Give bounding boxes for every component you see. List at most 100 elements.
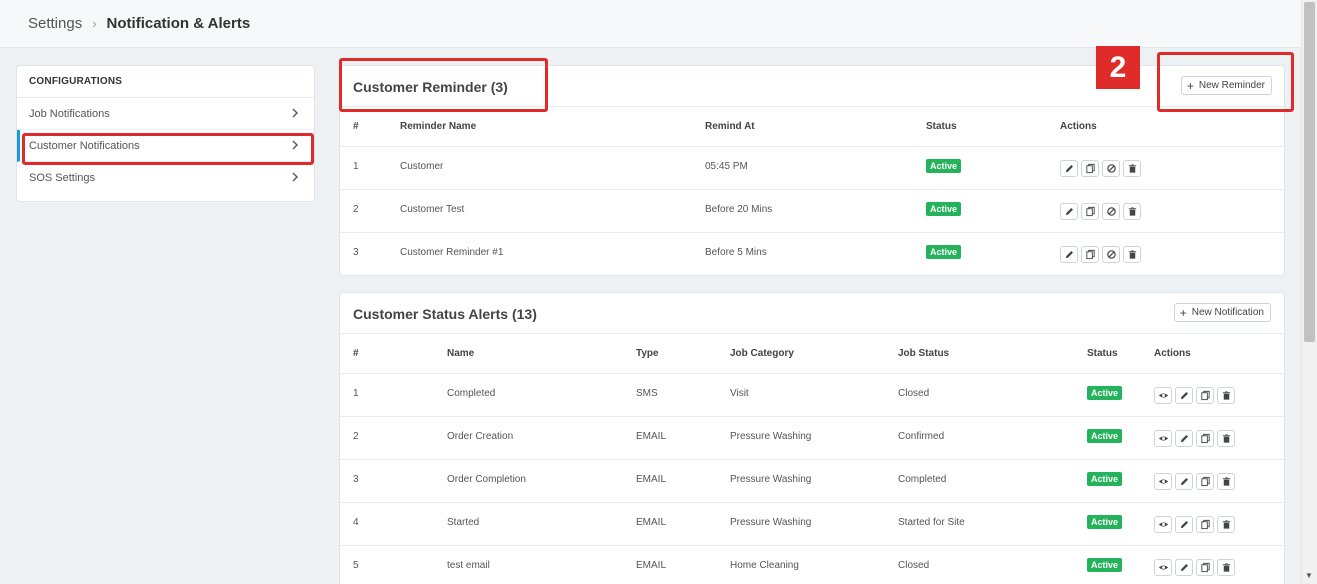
table-row: 3 Customer Reminder #1 Before 5 Mins Act… (340, 233, 1284, 275)
column-header: Job Status (898, 348, 950, 359)
page-scrollbar[interactable]: ▼ (1301, 0, 1317, 584)
copy-button[interactable] (1081, 203, 1099, 220)
copy-icon (1085, 206, 1095, 217)
disable-button[interactable] (1102, 160, 1120, 177)
edit-button[interactable] (1175, 516, 1193, 533)
view-icon (1158, 565, 1168, 570)
table-header: # Reminder Name Remind At Status Actions (340, 107, 1284, 147)
copy-button[interactable] (1196, 516, 1214, 533)
copy-icon (1200, 390, 1210, 401)
column-header: # (353, 121, 359, 132)
copy-icon (1085, 163, 1095, 174)
edit-button[interactable] (1060, 203, 1078, 220)
view-button[interactable] (1154, 559, 1172, 576)
alert-name: test email (447, 560, 490, 571)
edit-icon (1180, 564, 1188, 572)
delete-button[interactable] (1217, 516, 1235, 533)
status-badge: Active (1087, 386, 1123, 400)
delete-button[interactable] (1217, 473, 1235, 490)
sidebar-item-sos-settings[interactable]: SOS Settings (17, 162, 314, 194)
job-status: Closed (898, 560, 930, 571)
copy-icon (1200, 562, 1210, 573)
view-button[interactable] (1154, 430, 1172, 447)
disable-button[interactable] (1102, 203, 1120, 220)
status-badge: Active (1087, 558, 1123, 572)
job-status: Completed (898, 474, 947, 485)
delete-button[interactable] (1217, 387, 1235, 404)
page-title: Notification & Alerts (106, 15, 251, 32)
copy-button[interactable] (1196, 473, 1214, 490)
copy-icon (1200, 433, 1210, 444)
sidebar-item-job-notifications[interactable]: Job Notifications (17, 98, 314, 130)
job-status: Closed (898, 388, 930, 399)
delete-button[interactable] (1123, 203, 1141, 220)
row-actions (1060, 203, 1141, 220)
status-badge: Active (1087, 472, 1123, 486)
breadcrumb: Settings › Notification & Alerts (0, 0, 1301, 48)
chevron-right-icon (292, 108, 298, 118)
disable-button[interactable] (1102, 246, 1120, 263)
sidebar-item-label: Job Notifications (29, 107, 110, 120)
edit-button[interactable] (1175, 473, 1193, 490)
edit-icon (1180, 521, 1188, 529)
view-button[interactable] (1154, 387, 1172, 404)
edit-button[interactable] (1175, 387, 1193, 404)
view-icon (1158, 479, 1168, 484)
column-header: Remind At (705, 121, 755, 132)
alert-name: Completed (447, 388, 496, 399)
delete-button[interactable] (1217, 559, 1235, 576)
alert-type: SMS (636, 388, 658, 399)
card-title: Customer Status Alerts (13) (353, 306, 537, 322)
row-actions (1154, 473, 1235, 490)
status-badge: Active (1087, 429, 1123, 443)
delete-button[interactable] (1123, 246, 1141, 263)
delete-icon (1222, 477, 1230, 486)
row-actions (1154, 430, 1235, 447)
row-actions (1060, 246, 1141, 263)
reminder-name: Customer Reminder #1 (400, 247, 504, 258)
job-status: Started for Site (898, 517, 965, 528)
breadcrumb-separator: › (92, 16, 97, 31)
delete-button[interactable] (1123, 160, 1141, 177)
view-button[interactable] (1154, 473, 1172, 490)
delete-icon (1222, 563, 1230, 572)
new-notification-button[interactable]: + New Notification (1173, 303, 1271, 322)
edit-icon (1065, 251, 1073, 259)
copy-button[interactable] (1196, 559, 1214, 576)
copy-button[interactable] (1081, 246, 1099, 263)
row-number: 2 (353, 204, 359, 215)
job-category: Visit (730, 388, 749, 399)
remind-at: Before 20 Mins (705, 204, 773, 215)
disable-icon (1106, 250, 1116, 259)
view-button[interactable] (1154, 516, 1172, 533)
edit-button[interactable] (1060, 160, 1078, 177)
card-header: Customer Status Alerts (13) + New Notifi… (340, 293, 1284, 334)
row-actions (1154, 387, 1235, 404)
copy-icon (1085, 249, 1095, 260)
edit-button[interactable] (1175, 559, 1193, 576)
alert-type: EMAIL (636, 474, 667, 485)
table-row: 5 test email EMAIL Home Cleaning Closed … (340, 546, 1284, 584)
scroll-down-arrow-icon[interactable]: ▼ (1305, 571, 1313, 580)
edit-button[interactable] (1060, 246, 1078, 263)
status-badge: Active (926, 245, 962, 259)
status-badge: Active (926, 159, 962, 173)
alert-type: EMAIL (636, 560, 667, 571)
chevron-right-icon (292, 172, 298, 182)
table-row: 1 Customer 05:45 PM Active (340, 147, 1284, 190)
column-header: # (353, 348, 359, 359)
edit-icon (1180, 478, 1188, 486)
row-actions (1154, 559, 1235, 576)
job-category: Pressure Washing (730, 431, 812, 442)
breadcrumb-settings[interactable]: Settings (28, 15, 82, 32)
edit-icon (1065, 165, 1073, 173)
scrollbar-thumb[interactable] (1304, 2, 1315, 342)
edit-button[interactable] (1175, 430, 1193, 447)
disable-icon (1106, 164, 1116, 173)
copy-button[interactable] (1081, 160, 1099, 177)
remind-at: Before 5 Mins (705, 247, 767, 258)
view-icon (1158, 393, 1168, 398)
copy-button[interactable] (1196, 387, 1214, 404)
delete-button[interactable] (1217, 430, 1235, 447)
copy-button[interactable] (1196, 430, 1214, 447)
